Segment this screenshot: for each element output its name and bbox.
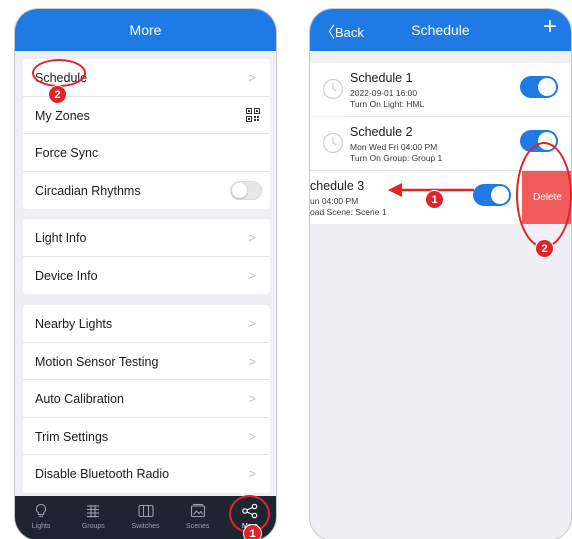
schedule-title: chedule 3: [310, 179, 365, 193]
row-disable-bluetooth-radio[interactable]: Disable Bluetooth Radio >: [23, 455, 270, 493]
schedule-screen: 〈Back Schedule + Schedule 1 2022-09-01 1…: [309, 8, 572, 539]
page-title: More: [129, 22, 162, 38]
tab-groups[interactable]: Groups: [67, 496, 119, 539]
row-nearby-lights[interactable]: Nearby Lights >: [23, 305, 270, 343]
tab-scenes[interactable]: Scenes: [172, 496, 224, 539]
callout-ring-delete: [516, 142, 572, 248]
tab-lights[interactable]: Lights: [15, 496, 67, 539]
groups-icon: [87, 505, 100, 518]
schedule-time: 2022-09-01 16:00: [350, 88, 418, 98]
row-light-info[interactable]: Light Info >: [23, 219, 270, 257]
schedule-time: un 04:00 PM: [310, 196, 359, 206]
row-auto-calibration[interactable]: Auto Calibration >: [23, 380, 270, 418]
schedule-action: Turn On Light: HML: [350, 99, 425, 109]
scenes-icon: [190, 503, 205, 518]
row-label: Light Info: [35, 231, 87, 245]
row-label: Motion Sensor Testing: [35, 354, 159, 369]
step-badge-2: 2: [48, 85, 67, 104]
schedule-row[interactable]: Schedule 1 2022-09-01 16:00 Turn On Ligh…: [310, 63, 571, 116]
row-label: Disable Bluetooth Radio: [35, 467, 170, 481]
schedule-title: Schedule 1: [350, 71, 413, 85]
settings-group-2: Light Info > Device Info >: [23, 219, 270, 294]
chevron-right-icon: >: [248, 316, 256, 331]
row-label: Force Sync: [35, 146, 99, 160]
circadian-toggle[interactable]: [230, 180, 262, 200]
tab-label: Groups: [81, 523, 105, 530]
step-badge-2: 2: [535, 239, 554, 258]
row-label: Device Info: [35, 268, 98, 283]
chevron-right-icon: >: [248, 391, 256, 406]
nav-bar: More: [15, 9, 276, 51]
tab-label: Scenes: [186, 523, 210, 530]
step-badge-1: 1: [425, 190, 444, 209]
add-schedule-button[interactable]: +: [543, 15, 557, 39]
bulb-icon: [36, 503, 47, 517]
row-force-sync[interactable]: Force Sync: [23, 134, 270, 172]
qr-code-icon[interactable]: [246, 107, 260, 122]
row-trim-settings[interactable]: Trim Settings >: [23, 418, 270, 455]
schedule-action: oad Scene: Scene 1: [310, 207, 387, 217]
row-label: Trim Settings: [35, 429, 109, 444]
row-label: Circadian Rhythms: [35, 183, 141, 198]
row-label: Nearby Lights: [35, 317, 113, 331]
row-motion-sensor-testing[interactable]: Motion Sensor Testing >: [23, 343, 270, 380]
chevron-right-icon: >: [248, 353, 256, 369]
switches-icon: [137, 504, 154, 518]
tab-label: Switches: [131, 523, 160, 530]
callout-ring-schedule: [32, 59, 86, 87]
row-circadian-rhythms: Circadian Rhythms: [23, 172, 270, 210]
row-label: My Zones: [35, 108, 90, 123]
tab-switches[interactable]: Switches: [119, 496, 171, 539]
chevron-right-icon: >: [248, 70, 256, 85]
settings-group-3: Nearby Lights > Motion Sensor Testing > …: [23, 305, 270, 493]
schedule-action: Turn On Group: Group 1: [350, 153, 443, 163]
step-badge-1: 1: [243, 524, 262, 539]
clock-icon: [322, 132, 344, 154]
schedule-time: Mon Wed Fri 04:00 PM: [350, 142, 438, 152]
page-title: Schedule: [411, 22, 470, 38]
row-device-info[interactable]: Device Info >: [23, 257, 270, 295]
schedule-toggle[interactable]: [520, 76, 558, 98]
chevron-right-icon: >: [248, 466, 256, 481]
nav-bar: 〈Back Schedule +: [310, 9, 571, 51]
row-label: Auto Calibration: [35, 392, 124, 406]
tab-label: Lights: [31, 523, 51, 530]
schedule-title: Schedule 2: [350, 125, 413, 139]
clock-icon: [322, 78, 344, 100]
chevron-right-icon: >: [248, 267, 256, 283]
chevron-right-icon: >: [248, 230, 256, 245]
schedule-toggle[interactable]: [473, 184, 511, 206]
chevron-right-icon: >: [248, 428, 256, 444]
